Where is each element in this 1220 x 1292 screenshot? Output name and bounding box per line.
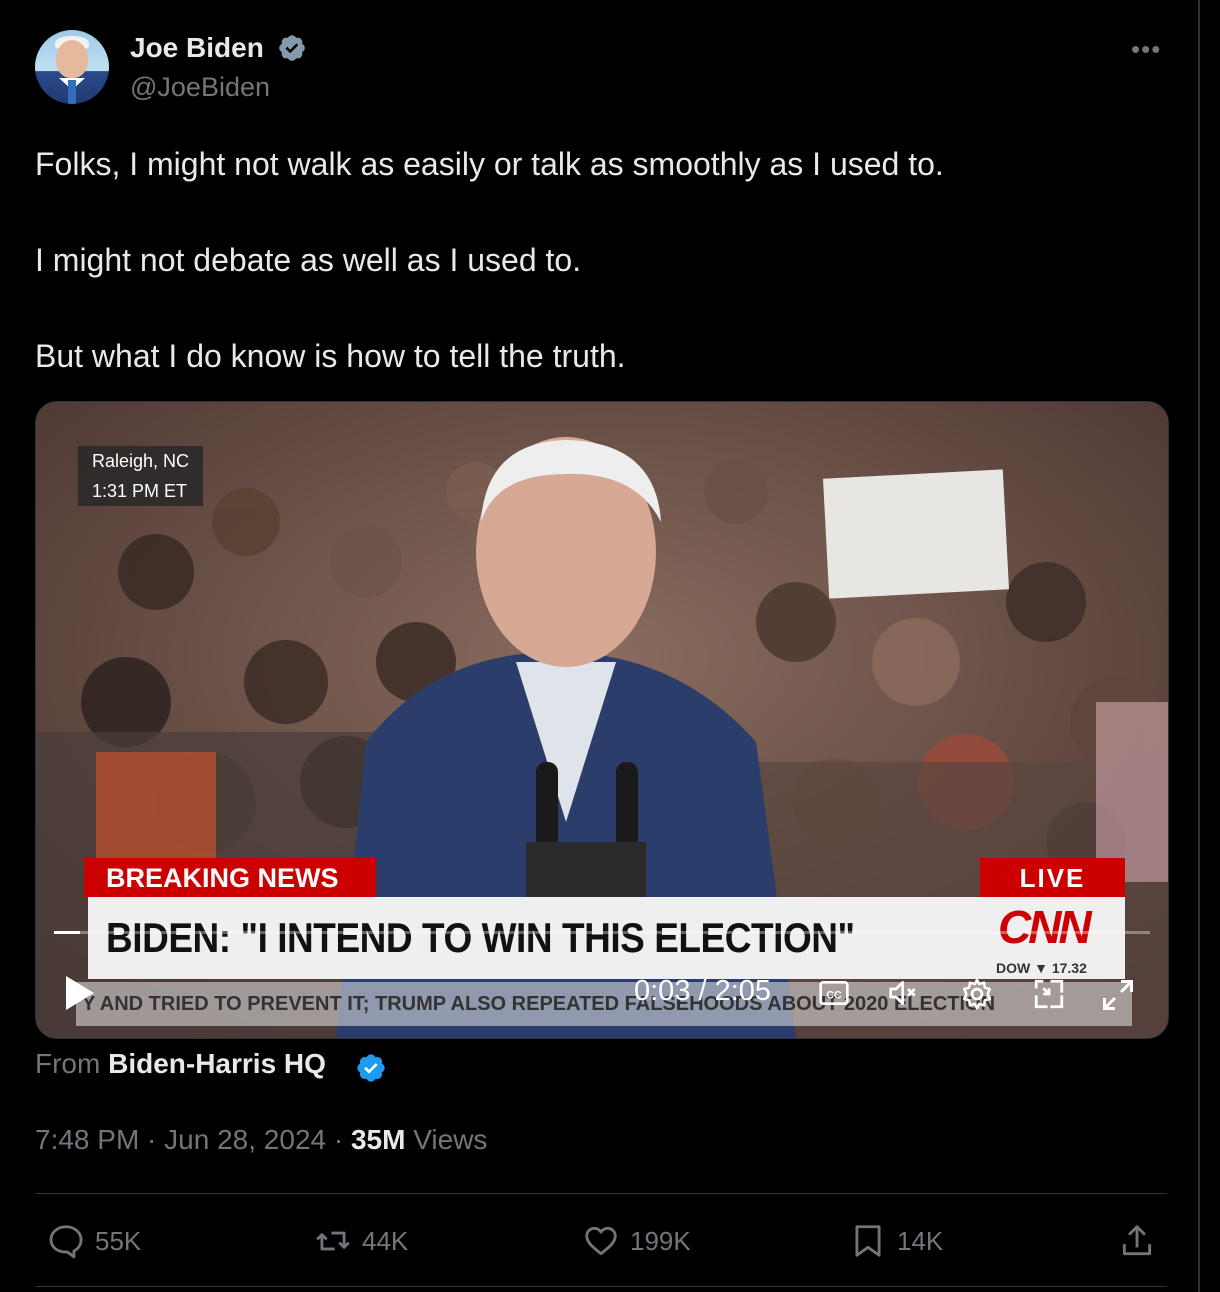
video-progress-fill: [54, 931, 81, 934]
bookmark-icon: [855, 1225, 881, 1257]
avatar[interactable]: [35, 30, 109, 104]
cnn-logo: CNN: [998, 901, 1092, 953]
mute-icon[interactable]: [886, 977, 922, 1009]
play-icon[interactable]: [66, 976, 94, 1010]
chyron-headline: BIDEN: "I INTEND TO WIN THIS ELECTION": [106, 914, 855, 961]
author-name[interactable]: Joe Biden: [130, 32, 264, 64]
fullscreen-icon[interactable]: [1100, 977, 1136, 1013]
repost-button[interactable]: 44K: [314, 1222, 408, 1260]
more-dots-icon[interactable]: •••: [1131, 34, 1161, 65]
svg-text:CC: CC: [826, 989, 842, 1001]
like-count: 199K: [630, 1225, 691, 1256]
divider: [35, 1193, 1167, 1194]
source-name[interactable]: Biden-Harris HQ: [108, 1048, 326, 1079]
captions-icon[interactable]: CC: [818, 977, 850, 1009]
bookmark-count: 14K: [897, 1225, 944, 1256]
tweet-line: I might not debate as well as I used to.: [35, 242, 582, 278]
source-prefix: From: [35, 1048, 101, 1079]
local-time-label: 1:31 PM ET: [92, 481, 188, 501]
meta-separator: ·: [326, 1124, 351, 1155]
location-label: Raleigh, NC: [92, 451, 190, 471]
tweet-text: Folks, I might not walk as easily or tal…: [35, 140, 1155, 428]
share-button[interactable]: [1118, 1222, 1156, 1260]
tweet-meta: 7:48 PM · Jun 28, 2024 · 35M Views: [35, 1124, 487, 1156]
tweet-time[interactable]: 7:48 PM: [35, 1124, 139, 1155]
repost-count: 44K: [362, 1225, 409, 1256]
tweet-line: Folks, I might not walk as easily or tal…: [35, 146, 944, 182]
divider: [35, 1286, 1167, 1287]
location-overlay: Raleigh, NC 1:31 PM ET: [78, 446, 204, 506]
settings-gear-icon[interactable]: [960, 977, 994, 1011]
meta-separator: ·: [139, 1124, 165, 1155]
crowd-sign: [822, 469, 1010, 599]
tweet-container: Joe Biden @JoeBiden ••• Folks, I might n…: [0, 0, 1200, 1292]
share-icon: [1122, 1225, 1152, 1256]
reply-count: 55K: [95, 1225, 142, 1256]
views-label: Views: [405, 1124, 488, 1155]
like-button[interactable]: 199K: [582, 1222, 691, 1260]
breaking-news-label: BREAKING NEWS: [84, 858, 376, 898]
video-progress-bar[interactable]: [54, 931, 1150, 934]
live-badge: LIVE: [980, 858, 1125, 898]
heart-icon: [585, 1226, 617, 1256]
reply-icon: [49, 1225, 83, 1259]
source-attribution: From Biden-Harris HQ: [35, 1048, 326, 1080]
author-handle[interactable]: @JoeBiden: [130, 72, 270, 103]
views-count: 35M: [350, 1124, 406, 1155]
video-player[interactable]: Raleigh, NC 1:31 PM ET BREAKING NEWS LIV…: [35, 401, 1169, 1039]
tweet-line: But what I do know is how to tell the tr…: [35, 338, 626, 374]
source-verified-badge-icon: [357, 1054, 385, 1082]
video-timecode: 0:03 / 2:05: [634, 975, 772, 1007]
dow-ticker: DOW ▼ 17.32: [996, 960, 1087, 976]
verified-badge-icon: [279, 35, 305, 61]
tweet-date[interactable]: Jun 28, 2024: [164, 1124, 326, 1155]
bookmark-button[interactable]: 14K: [849, 1222, 943, 1260]
reply-button[interactable]: 55K: [47, 1222, 141, 1260]
picture-in-picture-icon[interactable]: [1032, 977, 1066, 1011]
repost-icon: [316, 1231, 350, 1251]
